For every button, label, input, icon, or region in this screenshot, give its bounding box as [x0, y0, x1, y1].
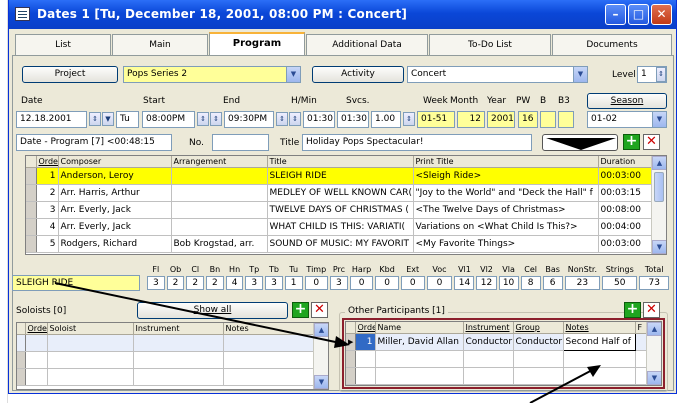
annotation-arrowhead-1	[334, 336, 350, 348]
annotation-arrows	[54, 282, 601, 403]
annotation-arrow-line-1	[54, 282, 346, 345]
annotation-arrow-line-2	[529, 367, 597, 403]
